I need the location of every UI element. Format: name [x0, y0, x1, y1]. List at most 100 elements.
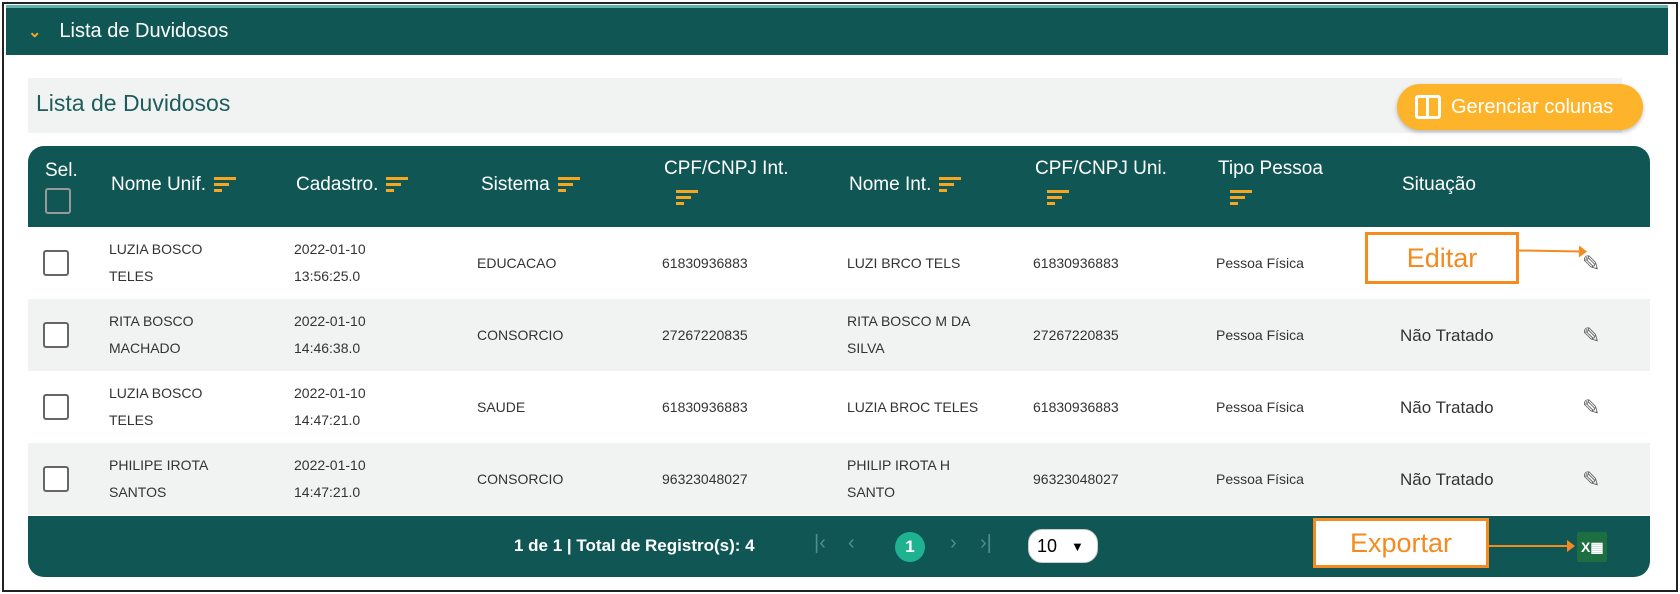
tipo-pessoa: Pessoa Física [1216, 470, 1304, 487]
row-checkbox[interactable] [43, 250, 69, 276]
records-summary: 1 de 1 | Total de Registro(s): 4 [514, 536, 755, 555]
table-header: Sel. Nome Unif. Cadastro. Sistema CPF/CNPJ I… [28, 146, 1650, 227]
export-arrow [1489, 540, 1575, 552]
row-checkbox[interactable] [43, 466, 69, 492]
situacao: Não Tratado [1400, 469, 1494, 489]
sort-icon[interactable] [386, 176, 409, 193]
column-label: Sistema [481, 174, 550, 195]
sistema: CONSORCIO [477, 326, 564, 343]
column-header[interactable]: Sistema [481, 174, 580, 196]
table-row: RITA BOSCO MACHADO 2022-01-10 14:46:38.0 CON… [28, 299, 1650, 371]
data-table: Sel. Nome Unif. Cadastro. Sistema CPF/CNPJ I… [28, 146, 1650, 577]
nome-unif: SANTOS [109, 484, 167, 500]
cadastro: 13:56:25.0 [294, 268, 361, 284]
chevron-down-icon: ▼ [1071, 538, 1084, 554]
cpf-uni: 61830936883 [1033, 398, 1119, 415]
cpf-int: 96323048027 [662, 470, 748, 487]
nome-unif: RITA BOSCO [109, 313, 194, 329]
select-all-checkbox[interactable] [45, 188, 71, 214]
cadastro: 2022-01-10 [294, 241, 366, 257]
column-header[interactable]: Sel. [45, 160, 78, 214]
column-label: Nome Unif. [111, 174, 207, 195]
sistema: EDUCACAO [477, 254, 557, 271]
panel-title: Lista de Duvidosos [59, 20, 229, 42]
table-row: LUZIA BOSCO TELES 2022-01-10 14:47:21.0 SAUD… [28, 371, 1650, 443]
last-page-icon[interactable]: ›| [980, 532, 992, 555]
nome-unif: LUZIA BOSCO [109, 385, 203, 401]
table-row: PHILIPE IROTA SANTOS 2022-01-10 14:47:21.0 C… [28, 443, 1650, 515]
nome-unif: LUZIA BOSCO [109, 241, 203, 257]
column-header[interactable]: Tipo Pessoa [1218, 158, 1323, 206]
column-header[interactable]: Situação [1402, 174, 1476, 196]
column-header[interactable]: Nome Int. [849, 174, 962, 196]
next-page-icon[interactable]: › [950, 532, 957, 555]
cpf-uni: 61830936883 [1033, 254, 1119, 271]
nome-unif: PHILIPE IROTA [109, 457, 209, 473]
situacao: Não Tratado [1400, 325, 1494, 345]
situacao: Não Tratado [1400, 397, 1494, 417]
cpf-int: 61830936883 [662, 254, 748, 271]
row-checkbox[interactable] [43, 394, 69, 420]
columns-icon [1415, 95, 1441, 119]
pencil-icon[interactable]: ✎ [1582, 394, 1600, 421]
nome-int: RITA BOSCO M DA [847, 313, 971, 329]
column-label: CPF/CNPJ Int. [664, 158, 789, 179]
page-size-select[interactable]: 10 ▼ [1028, 529, 1098, 563]
column-label: Sel. [45, 160, 78, 181]
cpf-uni: 27267220835 [1033, 326, 1119, 343]
nome-int: SANTO [847, 484, 895, 500]
tipo-pessoa: Pessoa Física [1216, 398, 1304, 415]
nome-int: LUZIA BROC TELES [847, 398, 979, 415]
sort-icon[interactable] [1230, 190, 1252, 206]
manage-columns-label: Gerenciar colunas [1451, 95, 1614, 118]
cpf-int: 61830936883 [662, 398, 748, 415]
cpf-int: 27267220835 [662, 326, 748, 343]
cpf-uni: 96323048027 [1033, 470, 1119, 487]
column-header[interactable]: Cadastro. [296, 174, 409, 196]
column-header[interactable]: CPF/CNPJ Uni. [1035, 158, 1167, 206]
sort-icon[interactable] [1047, 190, 1069, 206]
excel-icon[interactable]: X▦ [1577, 532, 1607, 562]
sort-icon[interactable] [939, 176, 962, 193]
section-header: Lista de Duvidosos [28, 78, 1622, 133]
sistema: CONSORCIO [477, 470, 564, 487]
nome-int: LUZI BRCO TELS [847, 254, 961, 271]
sort-icon[interactable] [676, 190, 698, 206]
panel-header[interactable]: ⌄ Lista de Duvidosos [6, 5, 1668, 55]
section-title: Lista de Duvidosos [36, 90, 231, 116]
page-size-value: 10 [1037, 535, 1058, 556]
column-label: Situação [1402, 174, 1476, 195]
nome-unif: MACHADO [109, 340, 181, 356]
row-checkbox[interactable] [43, 322, 69, 348]
cadastro: 2022-01-10 [294, 457, 366, 473]
pencil-icon[interactable]: ✎ [1582, 322, 1600, 349]
pencil-icon[interactable]: ✎ [1582, 466, 1600, 493]
sort-icon[interactable] [557, 176, 580, 193]
manage-columns-button[interactable]: Gerenciar colunas [1397, 84, 1643, 130]
page-1-button[interactable]: 1 [895, 532, 925, 562]
cadastro: 14:46:38.0 [294, 340, 361, 356]
nome-unif: TELES [109, 268, 154, 284]
export-annotation: Exportar [1313, 518, 1489, 568]
column-label: CPF/CNPJ Uni. [1035, 158, 1167, 179]
edit-annotation: Editar [1365, 232, 1519, 284]
tipo-pessoa: Pessoa Física [1216, 326, 1304, 343]
cadastro: 2022-01-10 [294, 385, 366, 401]
prev-page-icon[interactable]: ‹ [848, 532, 855, 555]
column-label: Nome Int. [849, 174, 932, 195]
column-header[interactable]: CPF/CNPJ Int. [664, 158, 789, 206]
cadastro: 14:47:21.0 [294, 412, 361, 428]
tipo-pessoa: Pessoa Física [1216, 254, 1304, 271]
column-header[interactable]: Nome Unif. [111, 174, 237, 196]
nome-unif: TELES [109, 412, 154, 428]
cadastro: 2022-01-10 [294, 313, 366, 329]
sistema: SAUDE [477, 398, 526, 415]
chevron-down-icon[interactable]: ⌄ [28, 22, 41, 42]
nome-int: PHILIP IROTA H [847, 457, 950, 473]
first-page-icon[interactable]: |‹ [814, 532, 826, 555]
nome-int: SILVA [847, 340, 885, 356]
column-label: Cadastro. [296, 174, 379, 195]
sort-icon[interactable] [214, 176, 237, 193]
cadastro: 14:47:21.0 [294, 484, 361, 500]
column-label: Tipo Pessoa [1218, 158, 1323, 179]
